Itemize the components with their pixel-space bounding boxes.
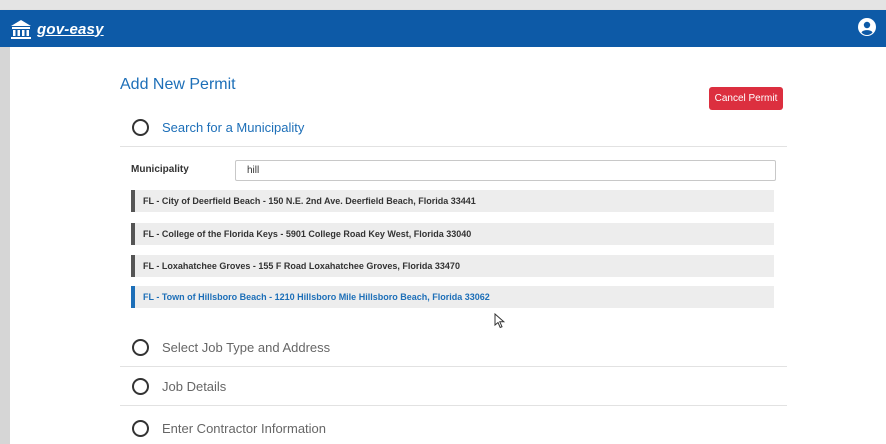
- municipality-result[interactable]: FL - Loxahatchee Groves - 155 F Road Lox…: [131, 255, 774, 277]
- municipality-result[interactable]: FL - College of the Florida Keys - 5901 …: [131, 223, 774, 245]
- capitol-building-icon: [11, 20, 31, 39]
- step-contractor-info[interactable]: Enter Contractor Information: [120, 409, 787, 444]
- step-radio-icon[interactable]: [132, 378, 149, 395]
- step-job-type-address[interactable]: Select Job Type and Address: [120, 329, 787, 367]
- municipality-label: Municipality: [131, 164, 189, 175]
- app-logo[interactable]: gov-easy: [10, 17, 104, 41]
- municipality-result-selected[interactable]: FL - Town of Hillsboro Beach - 1210 Hill…: [131, 286, 774, 308]
- mouse-pointer-icon: [494, 313, 506, 329]
- cancel-permit-button[interactable]: Cancel Permit: [709, 87, 783, 110]
- municipality-search-input[interactable]: [235, 160, 776, 181]
- municipality-result[interactable]: FL - City of Deerfield Beach - 150 N.E. …: [131, 190, 774, 212]
- step-label: Job Details: [162, 379, 227, 394]
- step-label: Search for a Municipality: [162, 120, 305, 135]
- step-search-municipality[interactable]: Search for a Municipality: [120, 109, 787, 147]
- step-radio-icon[interactable]: [132, 419, 149, 437]
- logo-text: gov-easy: [37, 20, 104, 38]
- step-job-details[interactable]: Job Details: [120, 368, 787, 406]
- step-radio-icon[interactable]: [132, 119, 149, 136]
- page-title: Add New Permit: [120, 76, 236, 93]
- step-label: Select Job Type and Address: [162, 340, 331, 355]
- main-content: Add New Permit Cancel Permit Search for …: [10, 47, 886, 444]
- step-radio-icon[interactable]: [132, 339, 149, 356]
- step-label: Enter Contractor Information: [162, 420, 327, 436]
- app-header: gov-easy: [0, 10, 886, 47]
- user-circle-icon[interactable]: [858, 18, 876, 36]
- side-gutter: [0, 47, 10, 444]
